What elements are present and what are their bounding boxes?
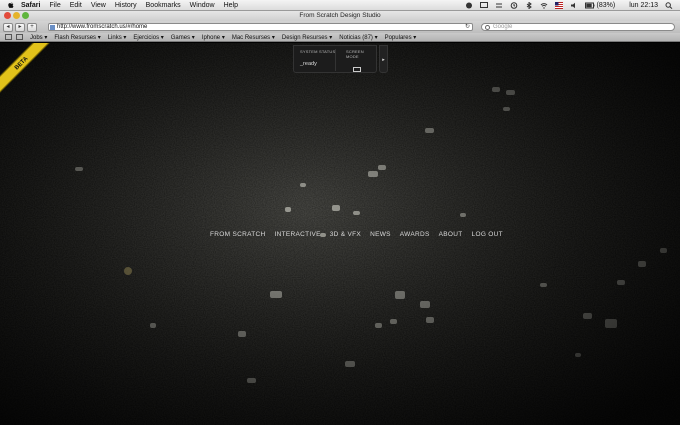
bookmark-folder[interactable]: Populares ▾ bbox=[385, 34, 417, 41]
battery-icon bbox=[584, 2, 594, 9]
back-arrow-icon: ◂ bbox=[6, 23, 10, 30]
forward-arrow-icon: ▸ bbox=[18, 23, 22, 30]
menu-bar: Safari File Edit View History Bookmarks … bbox=[0, 0, 680, 11]
menu-view[interactable]: View bbox=[91, 0, 106, 11]
display-icon[interactable] bbox=[479, 2, 488, 9]
nav-awards[interactable]: AWARDS bbox=[400, 231, 430, 238]
bookmark-folder[interactable]: Ejercicios ▾ bbox=[133, 34, 163, 41]
close-window-button[interactable] bbox=[4, 12, 11, 19]
menu-help[interactable]: Help bbox=[224, 0, 238, 11]
screen-mode-label: SCREEN MODE bbox=[346, 49, 364, 59]
back-button[interactable]: ◂ bbox=[3, 22, 13, 32]
site-favicon-icon bbox=[50, 25, 55, 30]
time-machine-icon[interactable] bbox=[510, 2, 518, 9]
panel-divider bbox=[335, 49, 336, 71]
bookmark-folder[interactable]: Noticias (87) ▾ bbox=[339, 34, 377, 41]
system-status-label: SYSTEM STATUS bbox=[300, 49, 336, 54]
menu-bookmarks[interactable]: Bookmarks bbox=[146, 0, 181, 11]
bookmark-folder[interactable]: Flash Resurses ▾ bbox=[54, 34, 100, 41]
menu-history[interactable]: History bbox=[115, 0, 137, 11]
arrow-right-icon: ▸ bbox=[382, 57, 385, 63]
window-title: From Scratch Design Studio bbox=[299, 12, 381, 19]
system-status-panel: SYSTEM STATUS _ready SCREEN MODE bbox=[293, 45, 377, 73]
address-bar[interactable]: http://www.fromscratch.us/#/home ↻ bbox=[48, 23, 473, 31]
window-title-bar: From Scratch Design Studio bbox=[0, 11, 680, 21]
nav-from-scratch[interactable]: FROM SCRATCH bbox=[210, 231, 265, 238]
battery-indicator[interactable]: (83%) bbox=[584, 2, 623, 9]
panel-toggle-button[interactable]: ▸ bbox=[379, 45, 388, 73]
bookmark-folder[interactable]: Mac Resurses ▾ bbox=[232, 34, 275, 41]
sync-icon[interactable] bbox=[495, 2, 503, 9]
system-status-value: _ready bbox=[300, 61, 317, 67]
clock[interactable]: lun 22:13 bbox=[629, 2, 658, 9]
address-url: http://www.fromscratch.us/#/home bbox=[57, 24, 148, 30]
search-field[interactable]: Google bbox=[481, 23, 675, 31]
bluetooth-icon[interactable] bbox=[525, 2, 533, 9]
status-area: (83%) lun 22:13 bbox=[465, 0, 680, 11]
bookmark-folder[interactable]: Games ▾ bbox=[171, 34, 195, 41]
search-icon bbox=[485, 25, 490, 30]
flag-icon[interactable] bbox=[554, 2, 563, 9]
apple-icon[interactable] bbox=[7, 1, 15, 9]
web-page: BETA SYSTEM STATUS _ready SCREEN MODE ▸ … bbox=[0, 43, 680, 425]
main-navigation: FROM SCRATCH INTERACTIVE 3D & VFX NEWS A… bbox=[210, 231, 503, 238]
screen-mode-column: SCREEN MODE bbox=[346, 49, 376, 72]
system-status-column: SYSTEM STATUS _ready bbox=[300, 49, 335, 67]
search-placeholder: Google bbox=[493, 24, 513, 30]
menu-window[interactable]: Window bbox=[190, 0, 215, 11]
fullscreen-icon[interactable] bbox=[353, 67, 361, 72]
minimize-window-button[interactable] bbox=[13, 12, 20, 19]
plus-icon: + bbox=[30, 23, 34, 30]
nav-news[interactable]: NEWS bbox=[370, 231, 391, 238]
zoom-window-button[interactable] bbox=[22, 12, 29, 19]
forward-button[interactable]: ▸ bbox=[15, 22, 25, 32]
bookmarks-bar: Jobs ▾ Flash Resurses ▾ Links ▾ Ejercici… bbox=[0, 33, 680, 42]
bookmark-folder[interactable]: Links ▾ bbox=[108, 34, 127, 41]
wifi-icon[interactable] bbox=[540, 2, 548, 9]
grid-icon[interactable] bbox=[16, 34, 23, 40]
nav-3d-vfx[interactable]: 3D & VFX bbox=[330, 231, 361, 238]
reload-icon[interactable]: ↻ bbox=[465, 24, 470, 31]
bookmark-folder[interactable]: Jobs ▾ bbox=[30, 34, 47, 41]
volume-icon[interactable] bbox=[570, 2, 578, 9]
bookmark-folder[interactable]: Iphone ▾ bbox=[202, 34, 225, 41]
add-bookmark-button[interactable]: + bbox=[27, 22, 37, 32]
menu-safari[interactable]: Safari bbox=[21, 0, 40, 11]
nav-interactive[interactable]: INTERACTIVE bbox=[274, 231, 320, 238]
menu-edit[interactable]: Edit bbox=[70, 0, 82, 11]
growl-icon[interactable] bbox=[465, 2, 473, 9]
battery-percent: (83%) bbox=[596, 2, 616, 9]
spotlight-icon[interactable] bbox=[665, 2, 673, 9]
nav-log-out[interactable]: LOG OUT bbox=[472, 231, 503, 238]
menu-file[interactable]: File bbox=[49, 0, 60, 11]
nav-about[interactable]: ABOUT bbox=[439, 231, 463, 238]
book-icon[interactable] bbox=[5, 34, 12, 40]
bookmark-folder[interactable]: Design Resurses ▾ bbox=[282, 34, 332, 41]
